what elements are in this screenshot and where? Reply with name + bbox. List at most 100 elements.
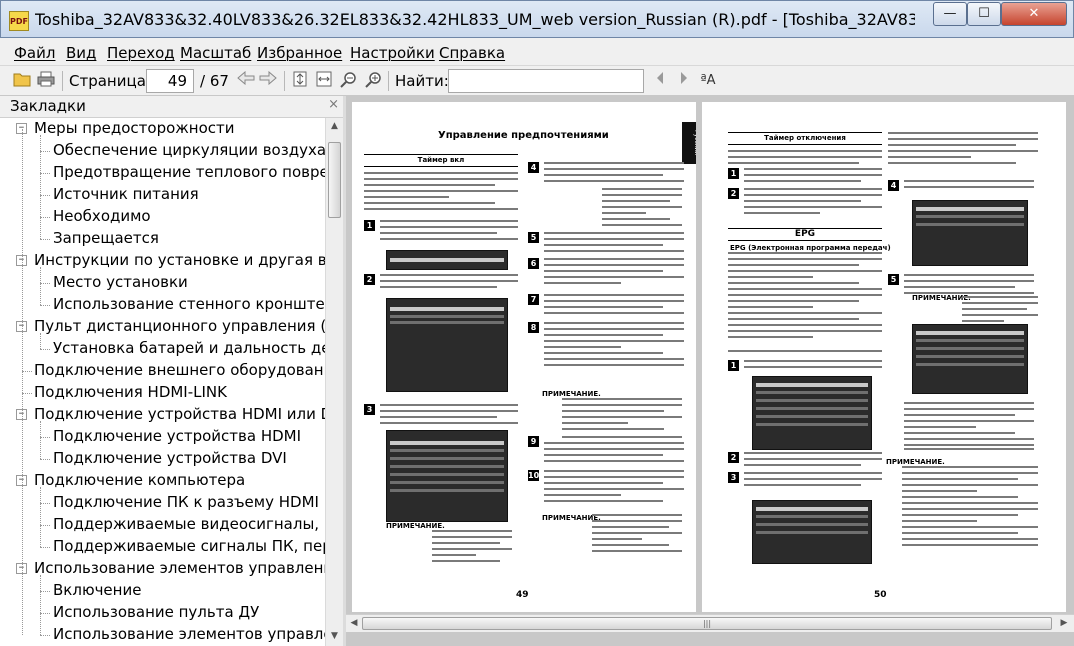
menu-view[interactable]: Вид bbox=[66, 44, 96, 62]
text-line bbox=[544, 476, 684, 478]
close-bookmarks-icon[interactable]: × bbox=[328, 97, 339, 112]
bookmark-subitem[interactable]: Включение bbox=[0, 580, 325, 602]
horizontal-scrollbar[interactable]: ◀ ||| ▶ bbox=[346, 614, 1074, 632]
text-line bbox=[380, 232, 497, 234]
menu-settings[interactable]: Настройки bbox=[350, 44, 435, 62]
step-number: 2 bbox=[364, 274, 375, 285]
bookmark-subitem[interactable]: Необходимо bbox=[0, 206, 325, 228]
scroll-left-icon[interactable]: ◀ bbox=[346, 615, 362, 632]
text-line bbox=[728, 318, 859, 320]
bookmark-subitem[interactable]: Запрещается bbox=[0, 228, 325, 250]
text-line bbox=[904, 186, 1034, 188]
bookmark-item[interactable]: −Пульт дистанционного управления (ПДУ) bbox=[0, 316, 325, 338]
text-line bbox=[904, 280, 1034, 282]
bookmark-subitem[interactable]: Подключение ПК к разъему HDMI bbox=[0, 492, 325, 514]
text-line bbox=[592, 520, 682, 522]
bookmark-item[interactable]: − Меры предосторожности bbox=[0, 118, 325, 140]
text-line bbox=[544, 300, 684, 302]
bookmark-subitem[interactable]: Использование элементов управлени bbox=[0, 624, 325, 646]
zoom-in-icon[interactable] bbox=[364, 71, 384, 91]
step-number: 7 bbox=[528, 294, 539, 305]
text-line bbox=[544, 306, 663, 308]
text-line bbox=[544, 448, 684, 450]
text-line bbox=[544, 238, 684, 240]
text-line bbox=[904, 286, 1015, 288]
text-line bbox=[728, 324, 882, 326]
zoom-out-icon[interactable] bbox=[339, 71, 359, 91]
text-line bbox=[562, 404, 682, 406]
step-number: 5 bbox=[888, 274, 899, 285]
text-line bbox=[592, 544, 669, 546]
text-line bbox=[902, 520, 977, 522]
text-line bbox=[380, 226, 518, 228]
maximize-button[interactable]: ☐ bbox=[967, 2, 1001, 26]
match-case-icon[interactable]: ªA bbox=[698, 71, 718, 91]
page-number-left: 49 bbox=[516, 590, 529, 600]
scroll-right-icon[interactable]: ▶ bbox=[1056, 615, 1072, 632]
print-icon[interactable] bbox=[36, 71, 56, 91]
bookmark-label: Меры предосторожности bbox=[34, 119, 235, 137]
tree-connector bbox=[40, 195, 50, 196]
text-line bbox=[602, 224, 682, 226]
bookmark-label: Место установки bbox=[53, 273, 188, 291]
bookmark-subitem[interactable]: Поддерживаемые видеосигналы, пере bbox=[0, 514, 325, 536]
page-total: / 67 bbox=[200, 72, 229, 90]
bookmark-item[interactable]: −Подключение устройства HDMI или DVI к bbox=[0, 404, 325, 426]
text-line bbox=[592, 538, 642, 540]
text-line bbox=[744, 458, 882, 460]
bookmark-item[interactable]: − Подключение компьютера bbox=[0, 470, 325, 492]
bookmark-subitem[interactable]: Использование стенного кронштейна bbox=[0, 294, 325, 316]
menu-file[interactable]: Файл bbox=[14, 44, 55, 62]
bookmark-subitem[interactable]: Установка батарей и дальность действ bbox=[0, 338, 325, 360]
bookmark-subitem[interactable]: Источник питания bbox=[0, 184, 325, 206]
bookmark-subitem[interactable]: Подключение устройства DVI bbox=[0, 448, 325, 470]
document-viewer[interactable]: Управление предпочтениями Русский Таймер… bbox=[346, 96, 1074, 646]
bookmark-subitem[interactable]: Обеспечение циркуляции воздуха bbox=[0, 140, 325, 162]
menu-favorites[interactable]: Избранное bbox=[257, 44, 342, 62]
text-line bbox=[544, 162, 684, 164]
bookmark-item[interactable]: −Инструкции по установке и другая важна bbox=[0, 250, 325, 272]
text-line bbox=[902, 490, 977, 492]
fit-width-icon[interactable] bbox=[314, 71, 334, 91]
text-line bbox=[902, 484, 1038, 486]
bookmark-item[interactable]: Подключение внешнего оборудования bbox=[0, 360, 325, 382]
forward-arrow-icon[interactable] bbox=[258, 70, 278, 91]
text-line bbox=[544, 276, 684, 278]
open-folder-icon[interactable] bbox=[12, 71, 32, 91]
tree-connector bbox=[22, 371, 32, 372]
left-page-title: Управление предпочтениями bbox=[438, 130, 609, 141]
bookmark-subitem[interactable]: Предотвращение теплового поврежде bbox=[0, 162, 325, 184]
text-line bbox=[432, 548, 512, 550]
fit-page-icon[interactable] bbox=[290, 71, 310, 91]
text-line bbox=[380, 220, 518, 222]
find-input[interactable] bbox=[448, 69, 644, 93]
menu-go[interactable]: Переход bbox=[107, 44, 175, 62]
menu-help[interactable]: Справка bbox=[439, 44, 505, 62]
page-number-input[interactable]: 49 bbox=[146, 69, 194, 93]
bookmark-subitem[interactable]: Использование пульта ДУ bbox=[0, 602, 325, 624]
tree-connector bbox=[40, 575, 41, 635]
text-line bbox=[592, 532, 682, 534]
text-line bbox=[544, 500, 663, 502]
back-arrow-icon[interactable] bbox=[236, 70, 256, 91]
minimize-button[interactable]: — bbox=[933, 2, 967, 26]
bookmark-subitem[interactable]: Подключение устройства HDMI bbox=[0, 426, 325, 448]
close-button[interactable]: ✕ bbox=[1001, 2, 1067, 26]
bookmark-item[interactable]: − Использование элементов управления bbox=[0, 558, 325, 580]
horizontal-scroll-thumb[interactable]: ||| bbox=[362, 617, 1052, 630]
bookmark-subitem[interactable]: Поддерживаемые сигналы ПК, переда bbox=[0, 536, 325, 558]
menu-bar: Файл Вид Переход Масштаб Избранное Настр… bbox=[0, 38, 1074, 66]
bookmark-item[interactable]: Подключения HDMI-LINK bbox=[0, 382, 325, 404]
find-next-icon[interactable] bbox=[674, 71, 694, 91]
menu-zoom[interactable]: Масштаб bbox=[180, 44, 251, 62]
bookmark-subitem[interactable]: Место установки bbox=[0, 272, 325, 294]
text-line bbox=[904, 180, 1034, 182]
find-prev-icon[interactable] bbox=[650, 71, 670, 91]
scroll-down-icon[interactable]: ▼ bbox=[326, 628, 343, 645]
text-line bbox=[888, 150, 1038, 152]
bookmarks-scrollbar[interactable]: ▲ ▼ bbox=[325, 118, 343, 646]
bookmarks-scroll-thumb[interactable] bbox=[328, 142, 341, 218]
text-line bbox=[544, 460, 684, 462]
scroll-up-icon[interactable]: ▲ bbox=[326, 118, 343, 135]
tree-connector bbox=[40, 459, 50, 460]
